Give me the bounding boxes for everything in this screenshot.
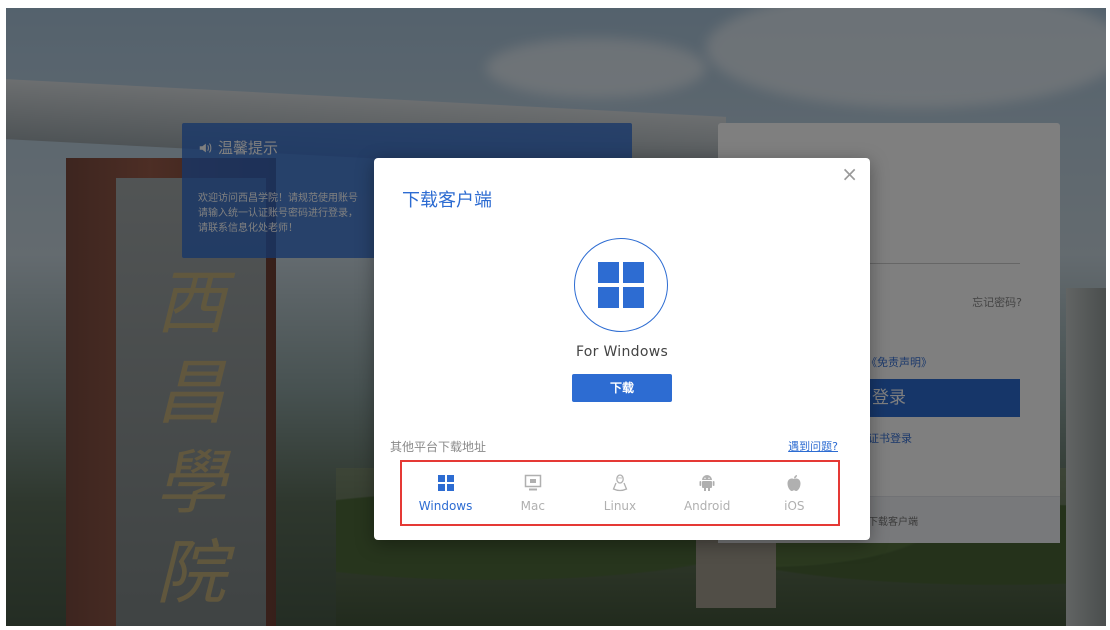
download-button[interactable]: 下载 [572,374,672,402]
problem-link[interactable]: 遇到问题? [788,438,838,454]
platform-android[interactable]: Android [667,473,747,513]
platform-name: Windows [418,499,473,513]
linux-penguin-icon [612,474,628,492]
platform-name: Android [683,499,731,513]
modal-title: 下载客户端 [402,190,492,211]
apple-icon [787,475,801,491]
other-platforms-label: 其他平台下载地址 [390,440,487,454]
download-client-modal: 下载客户端 × For Windows 下载 其他平台下载地址 遇到问题? Wi… [374,158,870,540]
windows-icon [437,475,454,491]
windows-icon [598,262,644,308]
platform-linux[interactable]: Linux [580,473,660,513]
platform-name: Linux [603,499,637,513]
platform-name: Mac [520,499,545,513]
platform-windows[interactable]: Windows [406,473,486,513]
android-robot-icon [699,475,715,491]
platform-mac[interactable]: Mac [493,473,573,513]
platform-ios[interactable]: iOS [754,473,834,513]
mac-monitor-icon [524,474,542,491]
platform-list: Windows Mac Linux Android iOS [400,460,840,526]
platform-label: For Windows [575,344,669,360]
platform-name: iOS [784,499,805,513]
platform-logo-circle [574,238,668,332]
close-icon[interactable]: × [841,164,858,184]
